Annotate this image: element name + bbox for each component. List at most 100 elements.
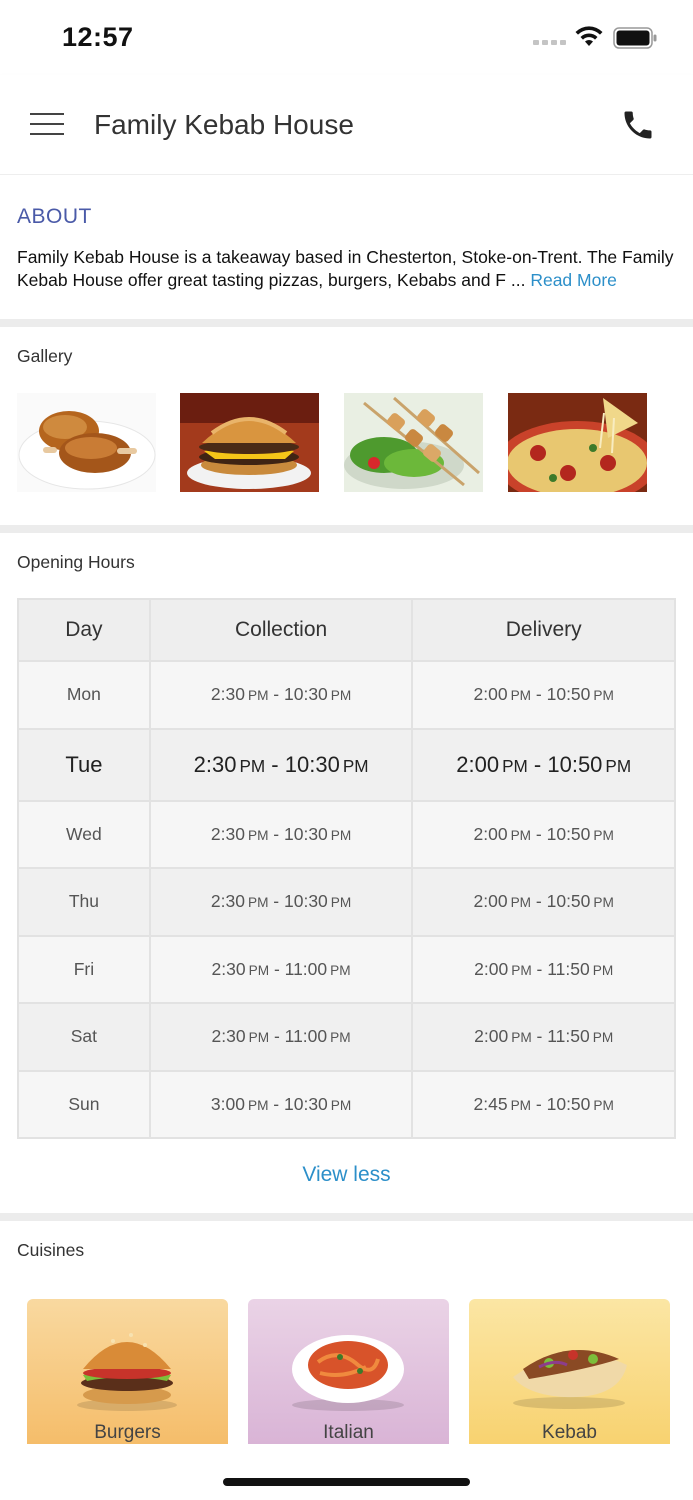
time-separator: -	[531, 823, 547, 844]
delivery-hours-cell: 2:00 PM - 10:50 PM	[411, 799, 676, 869]
time-separator: -	[527, 751, 548, 777]
period-label: PM	[248, 962, 270, 978]
day-cell: Wed	[17, 799, 151, 869]
period-label: PM	[247, 827, 269, 843]
period-label: PM	[247, 688, 269, 704]
close-time: 10:50	[546, 823, 591, 844]
period-label: PM	[330, 827, 352, 843]
table-row: Mon 2:30 PM - 10:30 PM 2:00 PM - 10:50 PM	[17, 660, 676, 730]
period-label: PM	[247, 895, 269, 911]
open-time: 2:00	[474, 1026, 509, 1047]
period-label: PM	[330, 895, 352, 911]
collection-hours-cell: 2:30 PM - 10:30 PM	[148, 799, 414, 869]
period-label: PM	[592, 962, 614, 978]
period-label: PM	[248, 1030, 270, 1046]
open-time: 2:30	[210, 823, 245, 844]
gallery-image-pizza[interactable]	[508, 393, 647, 492]
cuisine-card-kebab[interactable]: Kebab	[469, 1299, 670, 1444]
page-title: Family Kebab House	[94, 109, 354, 140]
cuisine-card-italian[interactable]: Italian	[248, 1299, 449, 1444]
delivery-hours-cell: 2:00 PM - 10:50 PM	[411, 727, 676, 802]
day-cell: Sat	[17, 1002, 151, 1072]
cuisine-label-burgers: Burgers	[94, 1422, 161, 1443]
period-label: PM	[593, 827, 614, 843]
day-cell: Mon	[17, 660, 151, 730]
gallery-label: Gallery	[17, 346, 73, 366]
period-label: PM	[330, 1097, 352, 1113]
period-label: PM	[510, 1097, 532, 1113]
close-time: 10:30	[284, 1093, 328, 1114]
cellular-signal-icon	[533, 40, 566, 45]
period-label: PM	[330, 962, 351, 978]
period-label: PM	[511, 1030, 532, 1046]
close-time: 10:50	[547, 751, 603, 777]
time-separator: -	[268, 823, 284, 844]
pasta-image	[292, 1335, 404, 1411]
table-header-row: Day Collection Delivery	[17, 598, 676, 662]
delivery-hours-cell: 2:45 PM - 10:50 PM	[411, 1069, 676, 1139]
opening-hours-table: Day Collection Delivery Mon 2:30 PM - 10:3…	[17, 598, 676, 1139]
opening-hours-label: Opening Hours	[17, 552, 135, 572]
collection-hours-cell: 2:30 PM - 10:30 PM	[148, 727, 414, 802]
open-time: 3:00	[210, 1093, 245, 1114]
phone-icon[interactable]	[620, 107, 656, 143]
time-separator: -	[269, 1026, 285, 1047]
period-label: PM	[330, 688, 352, 704]
delivery-hours-cell: 2:00 PM - 11:50 PM	[411, 1002, 676, 1072]
collection-hours-cell: 2:30 PM - 11:00 PM	[148, 934, 414, 1004]
table-row: Sat 2:30 PM - 11:00 PM 2:00 PM - 11:50 PM	[17, 1002, 676, 1072]
open-time: 2:30	[210, 684, 245, 705]
view-less-link[interactable]: View less	[0, 1163, 693, 1187]
open-time: 2:45	[473, 1093, 508, 1114]
open-time: 2:00	[473, 684, 508, 705]
collection-hours-cell: 3:00 PM - 10:30 PM	[148, 1069, 414, 1139]
cuisine-card-burgers[interactable]: Burgers	[27, 1299, 228, 1444]
period-label: PM	[605, 755, 632, 776]
section-divider	[0, 1213, 693, 1221]
close-time: 10:50	[546, 1093, 591, 1114]
status-time: 12:57	[62, 22, 134, 52]
close-time: 10:30	[284, 684, 328, 705]
collection-hours-cell: 2:30 PM - 11:00 PM	[148, 1002, 414, 1072]
close-time: 10:50	[546, 684, 591, 705]
open-time: 2:00	[474, 958, 509, 979]
gallery-image-burger[interactable]	[180, 393, 319, 492]
period-label: PM	[502, 755, 528, 776]
home-indicator[interactable]	[223, 1478, 470, 1486]
table-row: Wed 2:30 PM - 10:30 PM 2:00 PM - 10:50 PM	[17, 799, 676, 869]
period-label: PM	[342, 755, 369, 776]
gallery-image-kebab-skewers[interactable]	[344, 393, 483, 492]
day-cell: Tue	[17, 727, 151, 802]
gallery-section: Gallery	[0, 327, 693, 524]
open-time: 2:30	[211, 958, 246, 979]
menu-icon[interactable]	[30, 111, 64, 137]
time-separator: -	[531, 958, 548, 979]
table-row: Fri 2:30 PM - 11:00 PM 2:00 PM - 11:50 PM	[17, 934, 676, 1004]
cuisine-label-kebab: Kebab	[542, 1422, 597, 1443]
close-time: 10:30	[284, 891, 328, 912]
close-time: 10:30	[284, 751, 340, 777]
app-header: Family Kebab House	[0, 75, 693, 175]
table-row: Sun 3:00 PM - 10:30 PM 2:45 PM - 10:50 PM	[17, 1069, 676, 1139]
day-cell: Fri	[17, 934, 151, 1004]
column-header-delivery: Delivery	[411, 598, 676, 662]
gallery-image-fried-chicken[interactable]	[17, 393, 156, 492]
time-separator: -	[265, 751, 285, 777]
close-time: 10:30	[284, 823, 328, 844]
period-label: PM	[247, 1097, 269, 1113]
open-time: 2:00	[473, 891, 508, 912]
time-separator: -	[268, 1093, 284, 1114]
read-more-link[interactable]: Read More	[530, 270, 617, 290]
table-row: Tue 2:30 PM - 10:30 PM 2:00 PM - 10:50 PM	[17, 727, 676, 802]
kebab-image	[513, 1350, 627, 1409]
about-section: ABOUT Family Kebab House is a takeaway b…	[0, 175, 693, 319]
cuisine-label-italian: Italian	[323, 1422, 374, 1443]
open-time: 2:00	[473, 823, 508, 844]
cuisines-label: Cuisines	[17, 1240, 85, 1260]
day-cell: Thu	[17, 867, 151, 937]
about-text: Family Kebab House is a takeaway based i…	[17, 246, 682, 292]
period-label: PM	[510, 688, 532, 704]
cuisines-section: Cuisines Burgers Italian Kebab	[0, 1221, 693, 1500]
column-header-day: Day	[17, 598, 151, 662]
time-separator: -	[268, 684, 284, 705]
